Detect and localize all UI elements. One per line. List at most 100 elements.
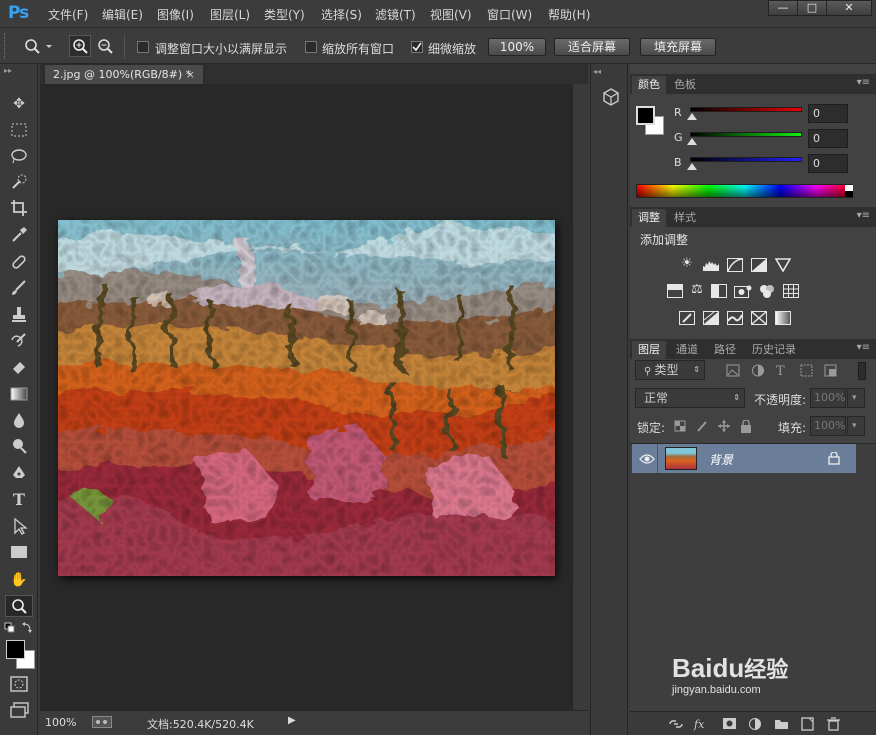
menu-layer[interactable]: 图层(L) bbox=[210, 6, 250, 23]
menu-image[interactable]: 图像(I) bbox=[157, 6, 194, 23]
spectrum-black-swatch[interactable] bbox=[845, 191, 853, 197]
layers-panel-menu-icon[interactable]: ▾≡ bbox=[857, 342, 870, 353]
blur-tool-icon[interactable] bbox=[9, 410, 29, 430]
red-slider[interactable] bbox=[690, 107, 802, 112]
opacity-dropdown-icon[interactable]: ▾ bbox=[847, 388, 865, 408]
channel-mixer-icon[interactable] bbox=[758, 282, 776, 298]
menu-edit[interactable]: 编辑(E) bbox=[102, 6, 143, 23]
layer-name[interactable]: 背景 bbox=[709, 451, 733, 468]
adjustments-panel-menu-icon[interactable]: ▾≡ bbox=[857, 210, 870, 221]
brush-tool-icon[interactable] bbox=[9, 278, 29, 298]
tab-styles[interactable]: 样式 bbox=[668, 209, 702, 227]
clone-stamp-tool-icon[interactable] bbox=[9, 304, 29, 324]
menu-window[interactable]: 窗口(W) bbox=[487, 6, 532, 23]
curves-icon[interactable] bbox=[726, 256, 744, 272]
minimize-button[interactable]: — bbox=[768, 0, 798, 16]
brightness-contrast-icon[interactable]: ☀ bbox=[678, 256, 696, 272]
blend-mode-select[interactable]: 正常 ⇕ bbox=[635, 388, 745, 408]
actual-pixels-button[interactable]: 100% bbox=[488, 38, 546, 56]
marquee-tool-icon[interactable] bbox=[9, 120, 29, 140]
tab-channels[interactable]: 通道 bbox=[670, 341, 704, 359]
selective-color-icon[interactable] bbox=[774, 309, 792, 325]
eraser-tool-icon[interactable] bbox=[9, 356, 29, 376]
quick-selection-tool-icon[interactable] bbox=[9, 172, 29, 192]
levels-icon[interactable] bbox=[702, 256, 720, 272]
tab-swatches[interactable]: 色板 bbox=[668, 76, 702, 94]
zoom-tool-active[interactable] bbox=[5, 595, 33, 617]
3d-panel-icon[interactable] bbox=[602, 88, 620, 106]
resize-windows-checkbox[interactable] bbox=[137, 41, 149, 53]
menu-type[interactable]: 类型(Y) bbox=[264, 6, 305, 23]
healing-brush-tool-icon[interactable] bbox=[9, 252, 29, 272]
fit-screen-button[interactable]: 适合屏幕 bbox=[554, 38, 630, 56]
zoom-all-windows-checkbox[interactable] bbox=[305, 41, 317, 53]
opacity-input[interactable]: 100% bbox=[810, 388, 846, 408]
tab-layers[interactable]: 图层 bbox=[632, 341, 666, 359]
eyedropper-tool-icon[interactable] bbox=[9, 224, 29, 244]
tab-adjustments[interactable]: 调整 bbox=[632, 209, 666, 227]
menu-filter[interactable]: 滤镜(T) bbox=[375, 6, 416, 23]
color-spectrum-ramp[interactable] bbox=[636, 184, 853, 198]
photo-filter-icon[interactable] bbox=[734, 282, 752, 298]
fill-dropdown-icon[interactable]: ▾ bbox=[847, 416, 865, 436]
gradient-tool-icon[interactable] bbox=[9, 384, 29, 404]
blue-slider-knob[interactable] bbox=[687, 163, 697, 170]
document-close-icon[interactable]: × bbox=[186, 65, 195, 84]
green-slider[interactable] bbox=[690, 132, 802, 137]
vibrance-icon[interactable] bbox=[774, 256, 792, 273]
tab-color[interactable]: 颜色 bbox=[632, 76, 666, 94]
type-tool-icon[interactable]: T bbox=[9, 490, 29, 510]
move-tool-icon[interactable]: ✥ bbox=[9, 94, 29, 114]
fill-screen-button[interactable]: 填充屏幕 bbox=[640, 38, 716, 56]
threshold-icon[interactable] bbox=[726, 309, 744, 325]
dodge-tool-icon[interactable] bbox=[9, 436, 29, 456]
tab-paths[interactable]: 路径 bbox=[708, 341, 742, 359]
black-white-icon[interactable] bbox=[710, 282, 728, 298]
path-selection-tool-icon[interactable] bbox=[9, 516, 29, 536]
crop-tool-icon[interactable] bbox=[9, 198, 29, 218]
menu-view[interactable]: 视图(V) bbox=[430, 6, 472, 23]
color-panel-menu-icon[interactable]: ▾≡ bbox=[857, 77, 870, 88]
foreground-color-swatch[interactable] bbox=[6, 640, 25, 659]
quick-mask-icon[interactable] bbox=[10, 676, 28, 692]
layer-row[interactable]: 背景 bbox=[632, 444, 856, 473]
gradient-map-icon[interactable] bbox=[750, 309, 768, 325]
pen-tool-icon[interactable] bbox=[9, 464, 29, 484]
layer-filter-kind-select[interactable]: ⚲ 类型 ⇕ bbox=[635, 360, 705, 380]
invert-icon[interactable] bbox=[678, 309, 696, 325]
zoom-in-mode-button[interactable] bbox=[69, 35, 91, 57]
zoom-level[interactable]: 100% bbox=[45, 716, 76, 729]
lasso-tool-icon[interactable] bbox=[9, 146, 29, 166]
close-window-button[interactable]: ✕ bbox=[826, 0, 872, 16]
hand-tool-icon[interactable]: ✋ bbox=[9, 570, 29, 590]
vertical-scrollbar[interactable] bbox=[572, 84, 588, 710]
color-panel-foreground-swatch[interactable] bbox=[636, 106, 655, 125]
hue-saturation-icon[interactable] bbox=[666, 282, 684, 298]
exposure-icon[interactable] bbox=[750, 256, 768, 272]
history-brush-tool-icon[interactable] bbox=[9, 330, 29, 350]
green-slider-knob[interactable] bbox=[687, 138, 697, 145]
fill-input[interactable]: 100% bbox=[810, 416, 846, 436]
dock-collapse-icon[interactable]: ◂◂ bbox=[593, 67, 601, 76]
blue-value-input[interactable]: 0 bbox=[808, 154, 848, 173]
document-image[interactable] bbox=[58, 220, 555, 576]
posterize-icon[interactable] bbox=[702, 309, 720, 325]
scrubby-zoom-checkbox[interactable] bbox=[411, 41, 423, 53]
color-lookup-icon[interactable] bbox=[782, 282, 800, 298]
rectangle-tool-icon[interactable] bbox=[9, 542, 29, 562]
menu-file[interactable]: 文件(F) bbox=[48, 6, 88, 23]
red-value-input[interactable]: 0 bbox=[808, 104, 848, 123]
menu-help[interactable]: 帮助(H) bbox=[548, 6, 590, 23]
maximize-button[interactable]: □ bbox=[797, 0, 827, 16]
menu-select[interactable]: 选择(S) bbox=[321, 6, 362, 23]
filter-toggle-switch[interactable] bbox=[858, 362, 866, 380]
toolbox-collapse-icon[interactable]: ▸▸ bbox=[4, 66, 12, 75]
zoom-tool-preset-icon[interactable] bbox=[24, 38, 52, 54]
layer-visibility-eye-icon[interactable] bbox=[639, 453, 655, 465]
zoom-out-icon[interactable] bbox=[96, 37, 116, 57]
blue-slider[interactable] bbox=[690, 157, 802, 162]
color-balance-icon[interactable]: ⚖ bbox=[688, 282, 706, 298]
green-value-input[interactable]: 0 bbox=[808, 129, 848, 148]
status-menu-arrow-icon[interactable]: ▶ bbox=[288, 715, 296, 726]
red-slider-knob[interactable] bbox=[687, 113, 697, 120]
